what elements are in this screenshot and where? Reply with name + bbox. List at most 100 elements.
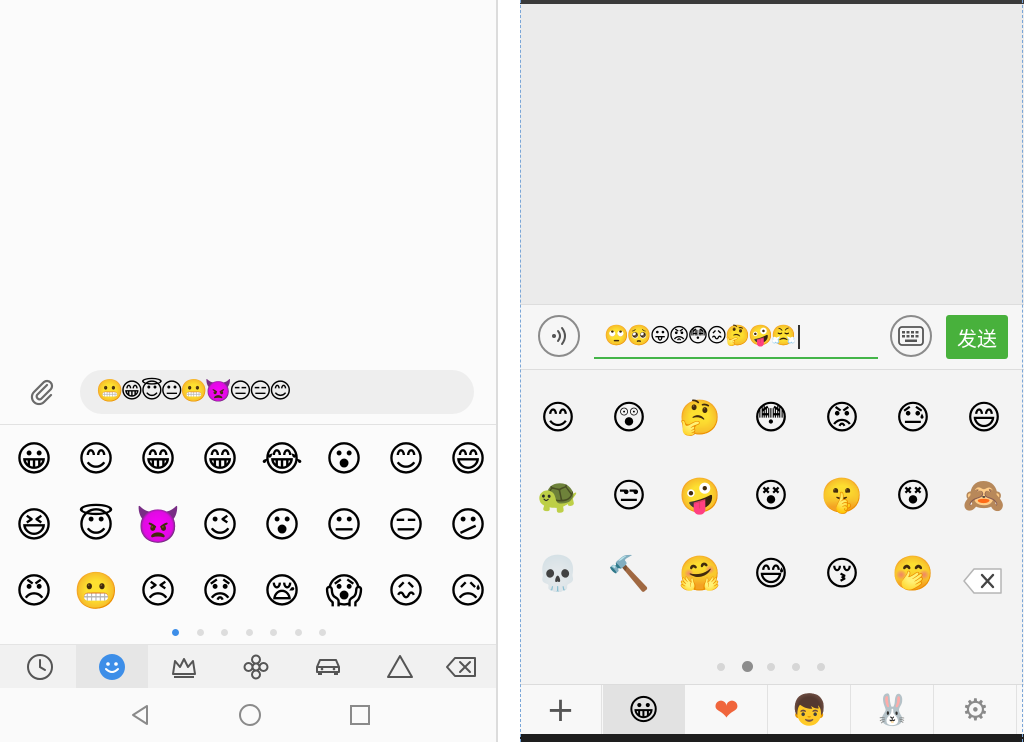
emoji-key[interactable]: 😊 xyxy=(65,428,127,492)
keyboard-toggle-button[interactable] xyxy=(890,315,932,357)
page-indicator xyxy=(520,660,1024,674)
page-dot xyxy=(196,629,204,636)
emoji-key[interactable]: 🤔 xyxy=(670,388,730,448)
backspace-icon xyxy=(446,657,476,677)
selection-border xyxy=(520,0,522,742)
tab-nature[interactable] xyxy=(220,645,292,689)
emoji-key[interactable]: 😚 xyxy=(812,544,872,604)
emoji-key[interactable]: 😇 xyxy=(65,494,127,558)
emoji-key[interactable]: 😮 xyxy=(251,494,313,558)
emoji-key[interactable]: 😡 xyxy=(812,388,872,448)
emoji-category-tabs xyxy=(0,644,496,689)
page-dot xyxy=(172,629,179,636)
emoji-key[interactable]: 🤗 xyxy=(670,544,730,604)
emoji-key[interactable]: 😑 xyxy=(375,494,437,558)
page-dot xyxy=(319,629,326,636)
tab-avatar-sticker[interactable]: 👦 xyxy=(769,685,851,735)
emoji-key[interactable]: 😵 xyxy=(741,466,801,526)
voice-icon xyxy=(552,327,566,345)
emoji-key[interactable]: 😟 xyxy=(189,560,251,624)
recent-icon xyxy=(27,654,53,680)
page-dot xyxy=(245,629,253,636)
emoji-key[interactable]: 😊 xyxy=(528,388,588,448)
emoji-key[interactable]: 😠 xyxy=(3,560,65,624)
flower-icon xyxy=(243,654,269,680)
emoji-key[interactable]: 😉 xyxy=(189,494,251,558)
emoji-key[interactable]: 🐢 xyxy=(528,466,588,526)
emoji-key[interactable]: 😓 xyxy=(883,388,943,448)
back-nav-button[interactable] xyxy=(122,698,158,732)
emoji-key[interactable]: 😵 xyxy=(883,466,943,526)
emoji-key[interactable]: 😆 xyxy=(3,494,65,558)
smiley-icon xyxy=(99,654,125,680)
tab-heart[interactable]: ❤ xyxy=(686,685,768,735)
recents-square-icon xyxy=(350,705,370,725)
emoji-key[interactable]: 🙈 xyxy=(954,466,1014,526)
emoji-key[interactable]: 😊 xyxy=(375,428,437,492)
triangle-icon xyxy=(387,655,413,678)
tab-people[interactable] xyxy=(148,645,220,689)
sticker-category-tabs: + 😀 ❤ 👦 🐰 ⚙ xyxy=(520,684,1024,735)
emoji-key[interactable]: 😱 xyxy=(313,560,375,624)
emoji-key[interactable]: 😅 xyxy=(741,544,801,604)
tab-places[interactable] xyxy=(292,645,364,689)
message-input[interactable]: 😬😁😇😐😬👿😑😑😊 xyxy=(80,370,474,414)
emoji-key[interactable]: 🤪 xyxy=(670,466,730,526)
page-dot xyxy=(294,629,302,636)
page-dot xyxy=(767,663,775,671)
emoji-key[interactable]: 😄 xyxy=(954,388,1014,448)
emoji-key[interactable]: 😪 xyxy=(251,560,313,624)
backspace-button[interactable] xyxy=(426,645,496,689)
emoji-key[interactable]: 💀 xyxy=(528,544,588,604)
emoji-key[interactable]: 😬 xyxy=(65,560,127,624)
message-input-text: 😬😁😇😐😬👿😑😑😊 xyxy=(96,379,292,404)
recents-nav-button[interactable] xyxy=(342,698,378,732)
page-dot xyxy=(792,663,800,671)
voice-input-button[interactable] xyxy=(538,315,580,357)
home-nav-button[interactable] xyxy=(232,698,268,732)
tab-recent[interactable] xyxy=(4,645,76,689)
tab-smileys[interactable] xyxy=(76,645,148,689)
emoji-key[interactable]: 😄 xyxy=(437,428,496,492)
emoji-key[interactable]: 🤭 xyxy=(883,544,943,604)
emoji-key[interactable]: 🔨 xyxy=(599,544,659,604)
emoji-key[interactable]: 😖 xyxy=(375,560,437,624)
emoji-grid: 😀 😊 😁 😁 😂 😮 😊 😄 😆 😇 👿 😉 😮 😐 😑 😕 😠 😬 😣 😟 😪 😱 😖 😥 xyxy=(0,428,496,624)
chat-area xyxy=(520,4,1024,304)
tab-smiley[interactable]: 😀 xyxy=(603,685,685,735)
home-circle-icon xyxy=(239,704,261,726)
send-button[interactable]: 发送 xyxy=(946,315,1008,359)
emoji-grid: 😊 😲 🤔 😳 😡 😓 😄 🐢 😒 🤪 😵 🤫 😵 🙈 💀 🔨 🤗 😅 😚 🤭 xyxy=(520,388,1024,628)
emoji-key[interactable]: 😳 xyxy=(741,388,801,448)
emoji-key[interactable]: 😐 xyxy=(313,494,375,558)
chat-area xyxy=(0,0,496,360)
text-caret xyxy=(797,324,800,349)
emoji-key[interactable]: 😒 xyxy=(599,466,659,526)
emoji-key[interactable]: 😂 xyxy=(251,428,313,492)
smiley-icon: 😀 xyxy=(627,692,660,728)
page-dot xyxy=(817,663,825,671)
emoji-key[interactable]: 😲 xyxy=(599,388,659,448)
bottom-bar xyxy=(520,734,1024,742)
rabbit-sticker-icon: 🐰 xyxy=(873,692,912,728)
tab-settings[interactable]: ⚙ xyxy=(935,685,1017,735)
emoji-key[interactable]: 😣 xyxy=(127,560,189,624)
page-dot xyxy=(221,629,228,636)
emoji-key[interactable]: 😥 xyxy=(437,560,496,624)
tab-add[interactable]: + xyxy=(520,685,602,735)
emoji-key[interactable]: 😁 xyxy=(127,428,189,492)
emoji-key[interactable]: 🤫 xyxy=(812,466,872,526)
emoji-key[interactable]: 😀 xyxy=(3,428,65,492)
emoji-key[interactable]: 👿 xyxy=(127,494,189,558)
emoji-key[interactable]: 😁 xyxy=(189,428,251,492)
avatar-sticker-icon: 👦 xyxy=(790,692,829,728)
tab-rabbit-sticker[interactable]: 🐰 xyxy=(852,685,934,735)
message-input[interactable]: 🙄🥺😛😡😳😖🤔🤪😤 xyxy=(594,315,878,359)
emoji-key[interactable]: 😮 xyxy=(313,428,375,492)
message-input-text: 🙄🥺😛😡😳😖🤔🤪😤 xyxy=(604,323,796,347)
emoji-key[interactable]: 😕 xyxy=(437,494,496,558)
attachment-icon[interactable] xyxy=(26,376,58,408)
backspace-button[interactable] xyxy=(962,567,1004,595)
crown-icon xyxy=(172,658,196,678)
message-input-row: 🙄🥺😛😡😳😖🤔🤪😤 发送 xyxy=(520,304,1024,370)
